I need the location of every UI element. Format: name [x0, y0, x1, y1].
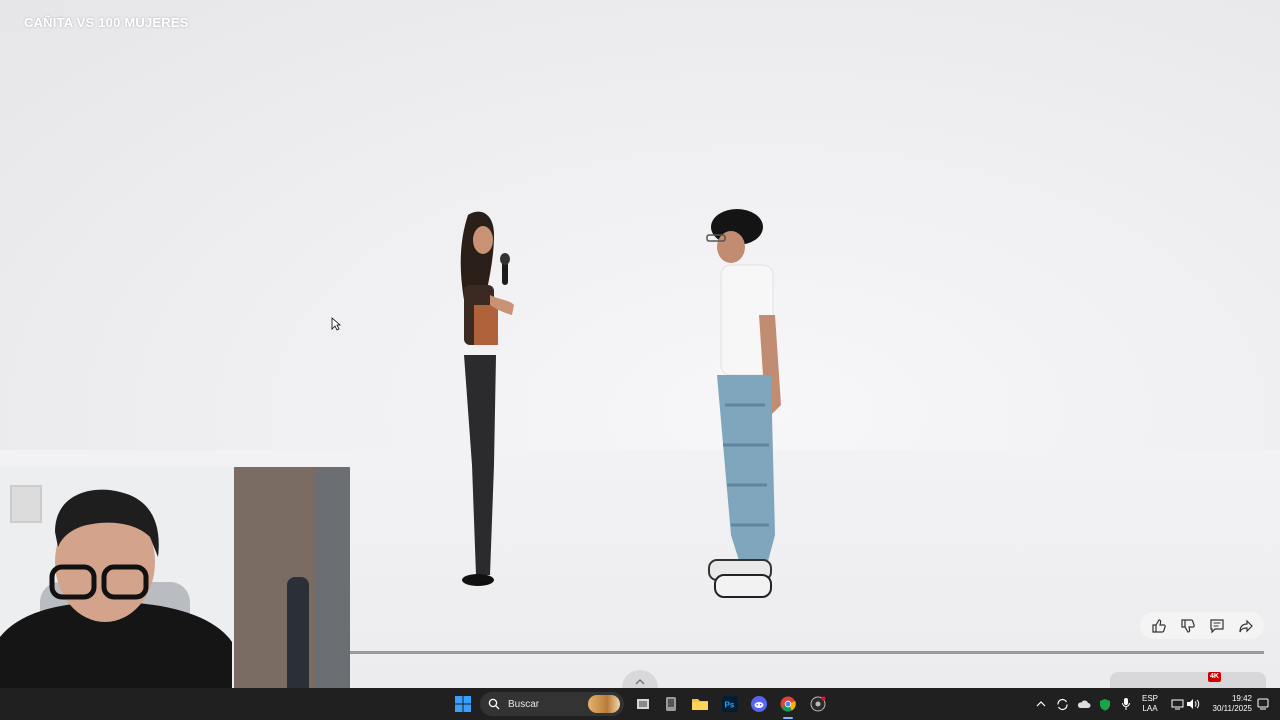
microphone-icon[interactable] — [1115, 693, 1137, 715]
search-icon — [488, 698, 500, 710]
clock-time: 19:42 — [1231, 694, 1252, 703]
shield-icon[interactable] — [1094, 693, 1116, 715]
cloud-icon[interactable] — [1073, 693, 1095, 715]
mouse-cursor-icon — [331, 317, 341, 331]
quality-badge: 4K — [1208, 672, 1221, 682]
thumbs-up-icon[interactable] — [1148, 615, 1170, 637]
obs-icon[interactable] — [807, 693, 829, 715]
streamer-figure — [0, 489, 309, 720]
person-woman-figure — [460, 211, 514, 586]
person-man-figure — [706, 209, 781, 598]
video-progress-bar[interactable] — [350, 651, 1264, 654]
clock-date: 30/11/2025 — [1212, 704, 1252, 713]
language-indicator[interactable]: ESP LAA — [1142, 694, 1158, 714]
discord-icon[interactable] — [748, 693, 770, 715]
player-controls-strip[interactable] — [1110, 672, 1266, 688]
sync-icon[interactable] — [1051, 693, 1073, 715]
language-code: ESP — [1142, 694, 1159, 703]
task-view-icon[interactable] — [632, 693, 654, 715]
windows-taskbar: Buscar Ps ESP LAA 19:42 30/11/2025 — [0, 688, 1280, 720]
keyboard-layout: LAA — [1142, 704, 1158, 713]
search-highlight-image — [588, 695, 620, 713]
windows-start-icon[interactable] — [452, 693, 474, 715]
chrome-active-indicator — [783, 717, 793, 719]
thumbs-down-icon[interactable] — [1177, 615, 1199, 637]
search-placeholder: Buscar — [508, 698, 540, 710]
app-phone-icon[interactable] — [660, 693, 682, 715]
photoshop-icon[interactable]: Ps — [719, 693, 741, 715]
taskbar-search[interactable]: Buscar — [480, 692, 624, 716]
webcam-overlay — [0, 467, 350, 720]
video-title: CAÑITA VS 100 MUJERES — [24, 15, 189, 30]
comment-icon[interactable] — [1206, 615, 1228, 637]
system-clock[interactable]: 19:42 30/11/2025 — [1206, 694, 1252, 714]
notification-icon[interactable] — [1252, 693, 1274, 715]
file-explorer-icon[interactable] — [689, 693, 711, 715]
volume-icon[interactable] — [1182, 693, 1204, 715]
svg-text:Ps: Ps — [725, 701, 735, 710]
chrome-icon[interactable] — [777, 693, 799, 715]
share-icon[interactable] — [1235, 615, 1257, 637]
scroll-up-handle[interactable] — [622, 670, 658, 688]
chevron-up-icon[interactable] — [1030, 693, 1052, 715]
video-actions-bar — [1140, 612, 1264, 639]
